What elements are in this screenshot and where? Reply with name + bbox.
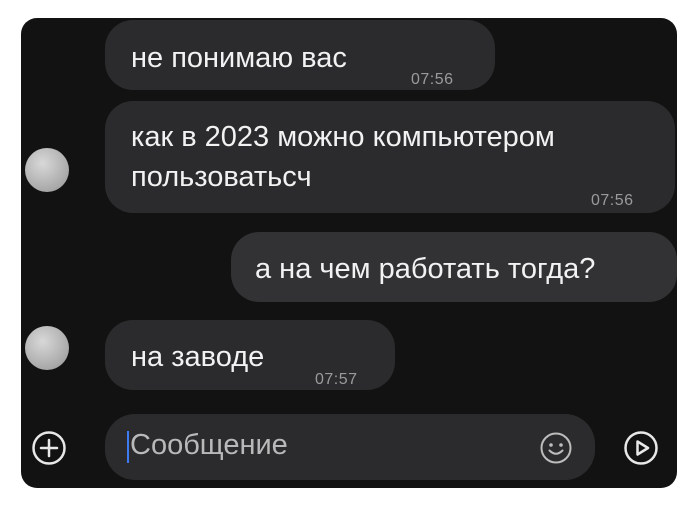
message-bubble[interactable]: на заводе 07:57 (105, 320, 395, 390)
message-time: 07:56 (411, 71, 454, 88)
message-text: а на чем работать тогда? (255, 253, 596, 285)
smiley-icon[interactable] (539, 431, 573, 470)
avatar[interactable] (25, 326, 69, 370)
text-caret (127, 431, 129, 463)
message-bubble[interactable]: как в 2023 можно компьютером пользоватьс… (105, 101, 675, 213)
avatar[interactable] (25, 148, 69, 192)
plus-circle-icon[interactable] (31, 430, 67, 471)
message-bubble[interactable]: не понимаю вас 07:56 (105, 20, 495, 90)
message-time: 07:56 (591, 192, 634, 209)
message-text: на заводе (131, 341, 265, 373)
chat-screen: не понимаю вас 07:56 как в 2023 можно ко… (21, 18, 677, 488)
play-circle-icon[interactable] (623, 430, 659, 471)
message-text: не понимаю вас (131, 42, 347, 74)
message-input-placeholder: Сообщение (130, 429, 288, 461)
message-bubble-outgoing[interactable]: а на чем работать тогда? (231, 232, 677, 302)
message-input[interactable]: Сообщение (105, 414, 595, 480)
message-time: 07:57 (315, 371, 358, 388)
message-text: как в 2023 можно компьютером пользоватьс… (131, 121, 555, 193)
